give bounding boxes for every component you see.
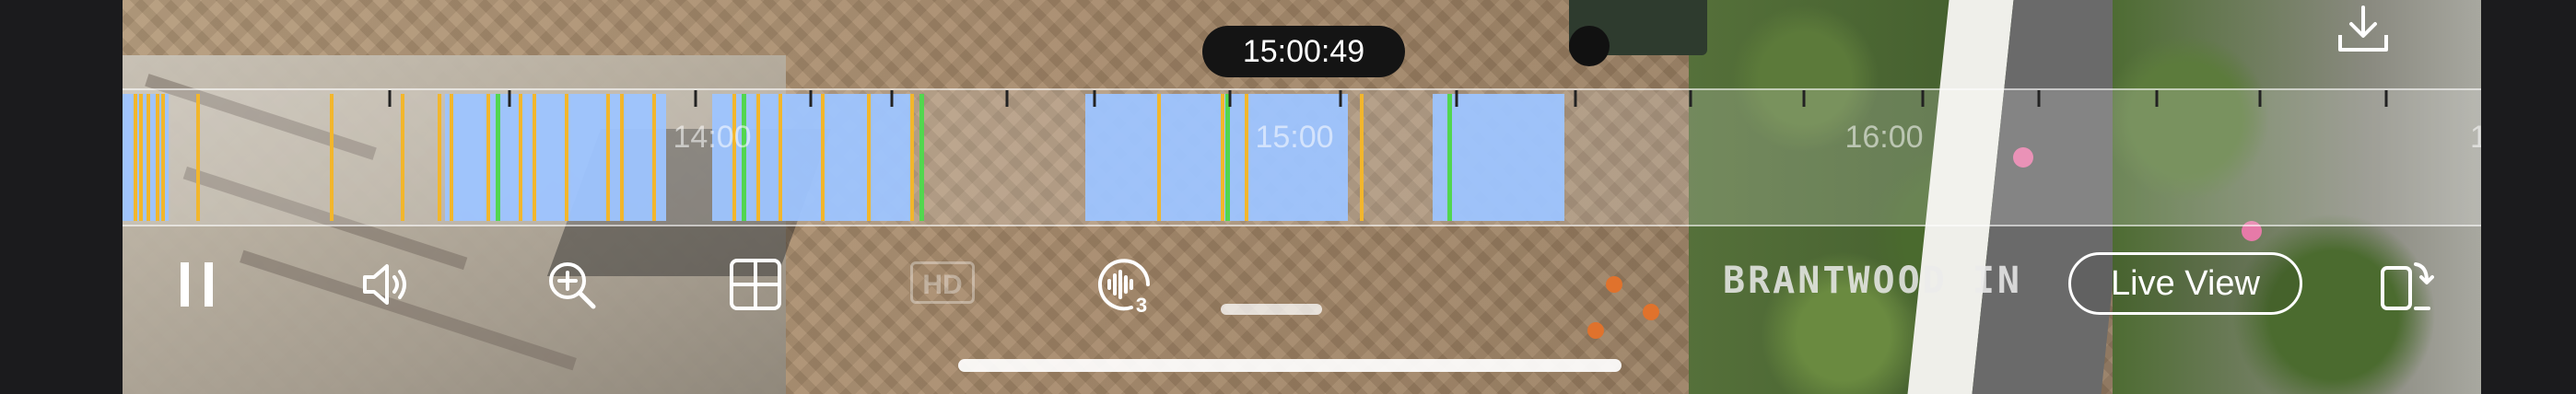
motion-event-marker [519,94,522,221]
detection-event-marker [1225,94,1230,221]
motion-event-marker [606,94,610,221]
grid-icon [730,259,781,310]
timeline-track[interactable]: 14:00 15:00 16:00 17:0 [123,90,2481,225]
hd-quality-toggle[interactable]: HD [910,261,975,304]
rotate-button[interactable] [2372,252,2437,317]
scrub-handle[interactable] [1221,304,1322,315]
playback-timeline[interactable]: 14:00 15:00 16:00 17:0 [123,88,2481,226]
motion-event-marker [652,94,656,221]
hour-label-17: 17:0 [2470,120,2481,155]
player-controls: HD 3 BRANTWOOD IN Live View [123,232,2481,333]
motion-event-marker [401,94,404,221]
download-icon[interactable] [2331,4,2395,59]
layout-button[interactable] [723,252,788,317]
sound-wave-icon: 3 [1098,259,1150,314]
motion-event-marker [620,94,624,221]
pause-button[interactable] [167,252,231,317]
recording-clip [445,94,666,221]
sound-detect-badge: 3 [1136,294,1147,314]
hour-label-16: 16:00 [1844,120,1923,155]
motion-event-marker [1157,94,1161,221]
timeline-timestamp: 15:00:49 [1202,26,1405,77]
motion-event-marker [1245,94,1248,221]
motion-event-marker [910,94,914,221]
motion-event-marker [756,94,760,221]
motion-event-marker [732,94,736,221]
live-view-button[interactable]: Live View [2068,252,2302,315]
motion-event-marker [139,94,143,221]
rotate-device-icon [2381,262,2434,310]
camera-name-overlay: BRANTWOOD IN [1723,260,2022,302]
detection-event-marker [496,94,500,221]
detection-event-marker [742,94,746,221]
motion-event-marker [438,94,441,221]
motion-event-marker [156,94,159,221]
home-indicator [958,359,1622,372]
recording-clip [1085,94,1348,221]
motion-event-marker [867,94,871,221]
motion-event-marker [821,94,825,221]
detection-event-marker [1447,94,1452,221]
motion-event-marker [330,94,334,221]
sound-button[interactable] [355,252,419,317]
camera-viewport[interactable]: 15:00:49 14:00 15:00 16:00 17:0 [123,0,2481,394]
zoom-button[interactable] [539,252,603,317]
pause-icon [181,262,213,307]
motion-event-marker [533,94,536,221]
motion-event-marker [134,94,137,221]
hour-label-15: 15:00 [1255,120,1333,155]
motion-event-marker [196,94,200,221]
motion-event-marker [779,94,782,221]
detection-event-marker [919,94,924,221]
recording-clip [1433,94,1564,221]
zoom-in-icon [549,262,596,309]
motion-event-marker [146,94,150,221]
motion-event-marker [565,94,568,221]
motion-event-marker [450,94,453,221]
speaker-icon [363,264,406,305]
sound-detection-button[interactable]: 3 [1092,252,1156,317]
motion-event-marker [1360,94,1364,221]
hour-label-14: 14:00 [673,120,751,155]
bin-wheel [1569,26,1610,66]
motion-event-marker [161,94,165,221]
motion-event-marker [1221,94,1224,221]
motion-event-marker [486,94,490,221]
